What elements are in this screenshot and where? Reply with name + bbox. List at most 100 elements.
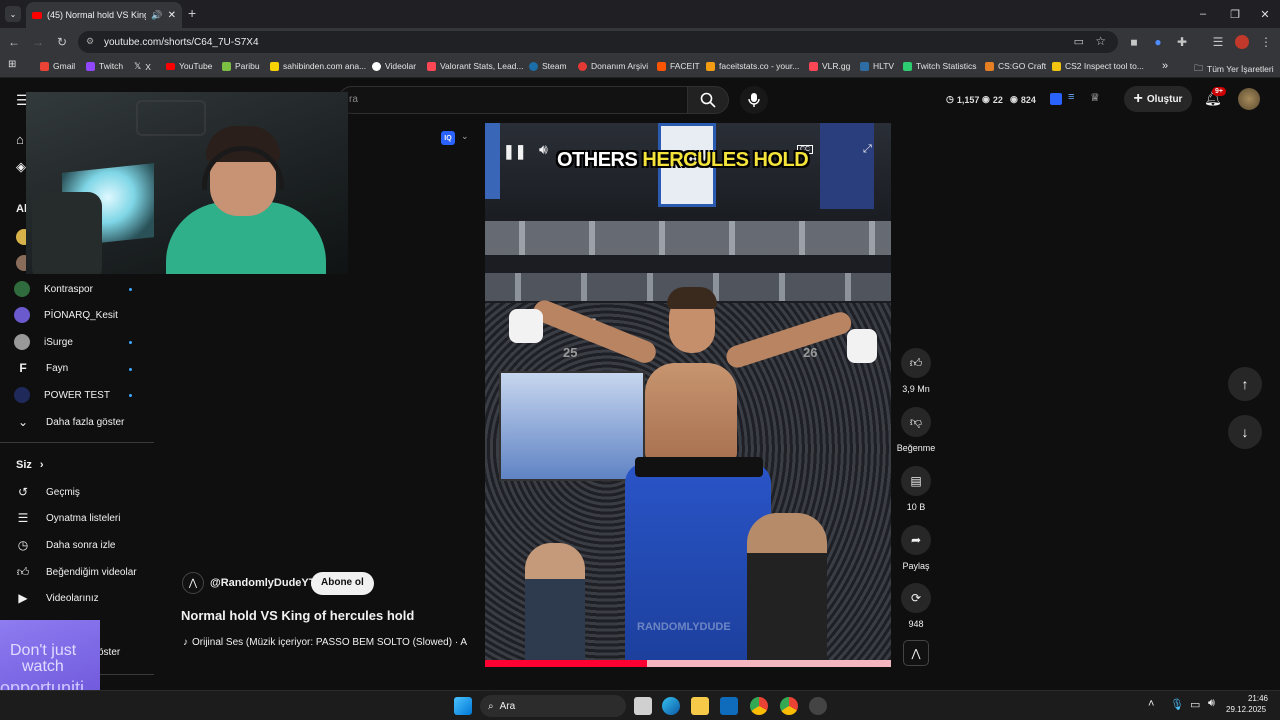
windows-start-icon[interactable] [454,697,472,715]
taskbar-search[interactable]: ⌕ Ara [480,695,626,717]
extension-ttv-icon[interactable]: ◼ [1124,32,1144,52]
bookmark-vlr[interactable]: VLR.gg [809,61,850,71]
bookmark-x[interactable]: 𝕏X [134,61,151,72]
new-tab-button[interactable]: + [188,5,196,21]
next-short-button[interactable]: ↓ [1228,415,1262,449]
trophy-icon[interactable]: ♕ [1090,91,1100,104]
edge-icon[interactable] [662,697,680,715]
bookmark-cs2-inspect[interactable]: CS2 Inspect tool to... [1052,61,1144,71]
account-avatar[interactable] [1238,88,1260,110]
iq-extension-icon[interactable] [1050,93,1062,105]
you-section-heading[interactable]: Siz › [16,459,44,471]
restore-button[interactable]: ❐ [1218,0,1252,28]
volume-icon[interactable]: 🔊︎ [539,141,548,158]
sidebar-item-liked-videos[interactable]: 👍︎ Beğendiğim videolar [14,562,137,582]
chevron-down-icon[interactable]: ⌄ [461,131,469,142]
file-explorer-icon[interactable] [691,697,709,715]
taskbar-date[interactable]: 29.12.2025 [1226,705,1266,714]
bookmark-sahibinden[interactable]: sahibinden.com ana... [270,61,366,71]
bookmark-youtube[interactable]: YouTube [166,61,212,71]
sidebar-item-power-test[interactable]: POWER TEST [14,385,110,405]
sidebar-item-history[interactable]: ↺ Geçmiş [14,482,80,502]
extensions-puzzle-icon[interactable]: ✚ [1172,32,1192,52]
site-info-icon[interactable]: ⚙ [86,36,94,47]
minimize-button[interactable]: – [1186,0,1220,28]
shorts-video-player[interactable]: 25 25 26 ❚❚ 🔊︎ CC ⤢ OTHERS HERCULES HOLD… [485,123,891,667]
channel-name[interactable]: @RandomlyDudeYT [210,577,315,589]
bookmark-csgo-craft[interactable]: CS:GO Craft [985,61,1046,71]
sidebar-item-fayn[interactable]: F Fayn [14,358,68,378]
address-bar[interactable]: ⚙ youtube.com/shorts/C64_7U-S7X4 ▭ ☆ [78,31,1118,53]
channel-avatar[interactable]: ⋀ [182,572,204,594]
remix-button[interactable]: ⟳ 948 [896,583,936,629]
apps-grid-icon[interactable]: ⊞ [8,59,16,70]
close-tab-icon[interactable]: ✕ [168,10,176,21]
cast-icon[interactable]: ▭ [1074,35,1084,48]
sidebar-item-playlists[interactable]: ☰ Oynatma listeleri [14,508,121,528]
sidebar-item-watch-later[interactable]: ◷ Daha sonra izle [14,535,116,555]
back-arrow-icon[interactable]: ← [4,32,24,52]
tab-search-button[interactable]: ⌄ [5,6,21,22]
all-bookmarks-folder[interactable]: 🗀 Tüm Yer İşaretleri [1194,61,1274,77]
bookmark-steam[interactable]: Steam [529,61,567,71]
subscribe-button[interactable]: Abone ol [311,572,374,595]
bookmark-faceitstats[interactable]: faceitstats.co - your... [706,61,799,71]
chrome-menu-icon[interactable]: ⋮ [1256,32,1276,52]
like-button[interactable]: 👍︎ 3,9 Mn [896,348,936,394]
sidebar-item-label: PİONARQ_Kesit [44,309,118,321]
chrome-active-icon[interactable] [780,697,798,715]
bookmark-gmail[interactable]: Gmail [40,61,75,71]
bookmark-twitch-statistics[interactable]: Twitch Statistics [903,61,976,71]
tray-mic-icon[interactable]: 🎙︎ [1170,698,1184,711]
pause-icon[interactable]: ❚❚ [503,143,526,160]
bookmark-paribu[interactable]: Paribu [222,61,260,71]
bookmark-hltv[interactable]: HLTV [860,61,894,71]
reading-list-icon[interactable]: ☰ [1208,32,1228,52]
forward-arrow-icon[interactable]: → [28,32,48,52]
search-button[interactable] [687,86,729,114]
fullscreen-icon[interactable]: ⤢ [863,143,872,156]
search-input[interactable]: ra [338,86,688,114]
bookmark-valorant[interactable]: Valorant Stats, Lead... [427,61,523,71]
bookmark-videolar[interactable]: Videolar [372,61,416,71]
app-icon[interactable] [809,697,827,715]
taskbar-time[interactable]: 21:46 [1244,694,1268,703]
tray-network-icon[interactable]: ▭ [1190,698,1200,711]
task-view-icon[interactable] [634,697,652,715]
short-audio[interactable]: ♪ Orijinal Ses (Müzik içeriyor: PASSO BEM… [183,637,467,648]
sidebar-item-kontraspor[interactable]: Kontraspor [14,279,93,299]
sidebar-item-your-videos[interactable]: ▶ Videolarınız [14,588,98,608]
profile-avatar-icon[interactable] [1232,32,1252,52]
mail-icon[interactable] [720,697,738,715]
voice-search-button[interactable] [740,86,768,114]
chrome-icon[interactable] [750,697,768,715]
bookmark-faceit[interactable]: FACEIT [657,61,700,71]
tray-chevron-icon[interactable]: ˄ [1148,698,1154,710]
share-button[interactable]: ➦ Paylaş [896,525,936,571]
audio-icon[interactable]: 🔊 [151,10,162,21]
browser-tab-active[interactable]: (45) Normal hold VS King of hercules hol… [26,2,182,28]
create-button[interactable]: + Oluştur [1124,86,1192,112]
sidebar-item-pionarq[interactable]: PİONARQ_Kesit [14,305,118,325]
bookmark-label: VLR.gg [822,61,851,71]
extension-shield-icon[interactable]: ● [1148,32,1168,52]
home-icon[interactable]: ⌂ [16,132,24,147]
iq-overlay-icon[interactable]: IQ [441,131,455,145]
shorts-icon[interactable]: ◈ [16,159,26,175]
bookmarks-overflow-icon[interactable]: » [1162,60,1168,72]
bookmark-twitch[interactable]: Twitch [86,61,123,71]
dislike-button[interactable]: 👎︎ Beğenme [896,407,936,453]
list-extension-icon[interactable]: ≡ [1068,91,1074,103]
sound-channel-avatar[interactable]: ⋀ [903,640,929,666]
close-window-button[interactable]: ✕ [1248,0,1280,28]
previous-short-button[interactable]: ↑ [1228,367,1262,401]
comments-button[interactable]: ▤ 10 B [896,466,936,512]
bookmark-donanim[interactable]: Donanım Arşivi [578,61,648,71]
sidebar-partial-item[interactable]: öster [98,647,120,658]
sidebar-item-isurge[interactable]: iSurge [14,332,73,352]
sidebar-show-more[interactable]: ⌄ Daha fazla göster [14,412,124,432]
bookmark-star-icon[interactable]: ☆ [1095,34,1106,48]
tray-volume-icon[interactable]: 🔊︎ [1208,697,1215,710]
reload-icon[interactable]: ↻ [52,32,72,52]
short-title[interactable]: Normal hold VS King of hercules hold [181,608,414,623]
